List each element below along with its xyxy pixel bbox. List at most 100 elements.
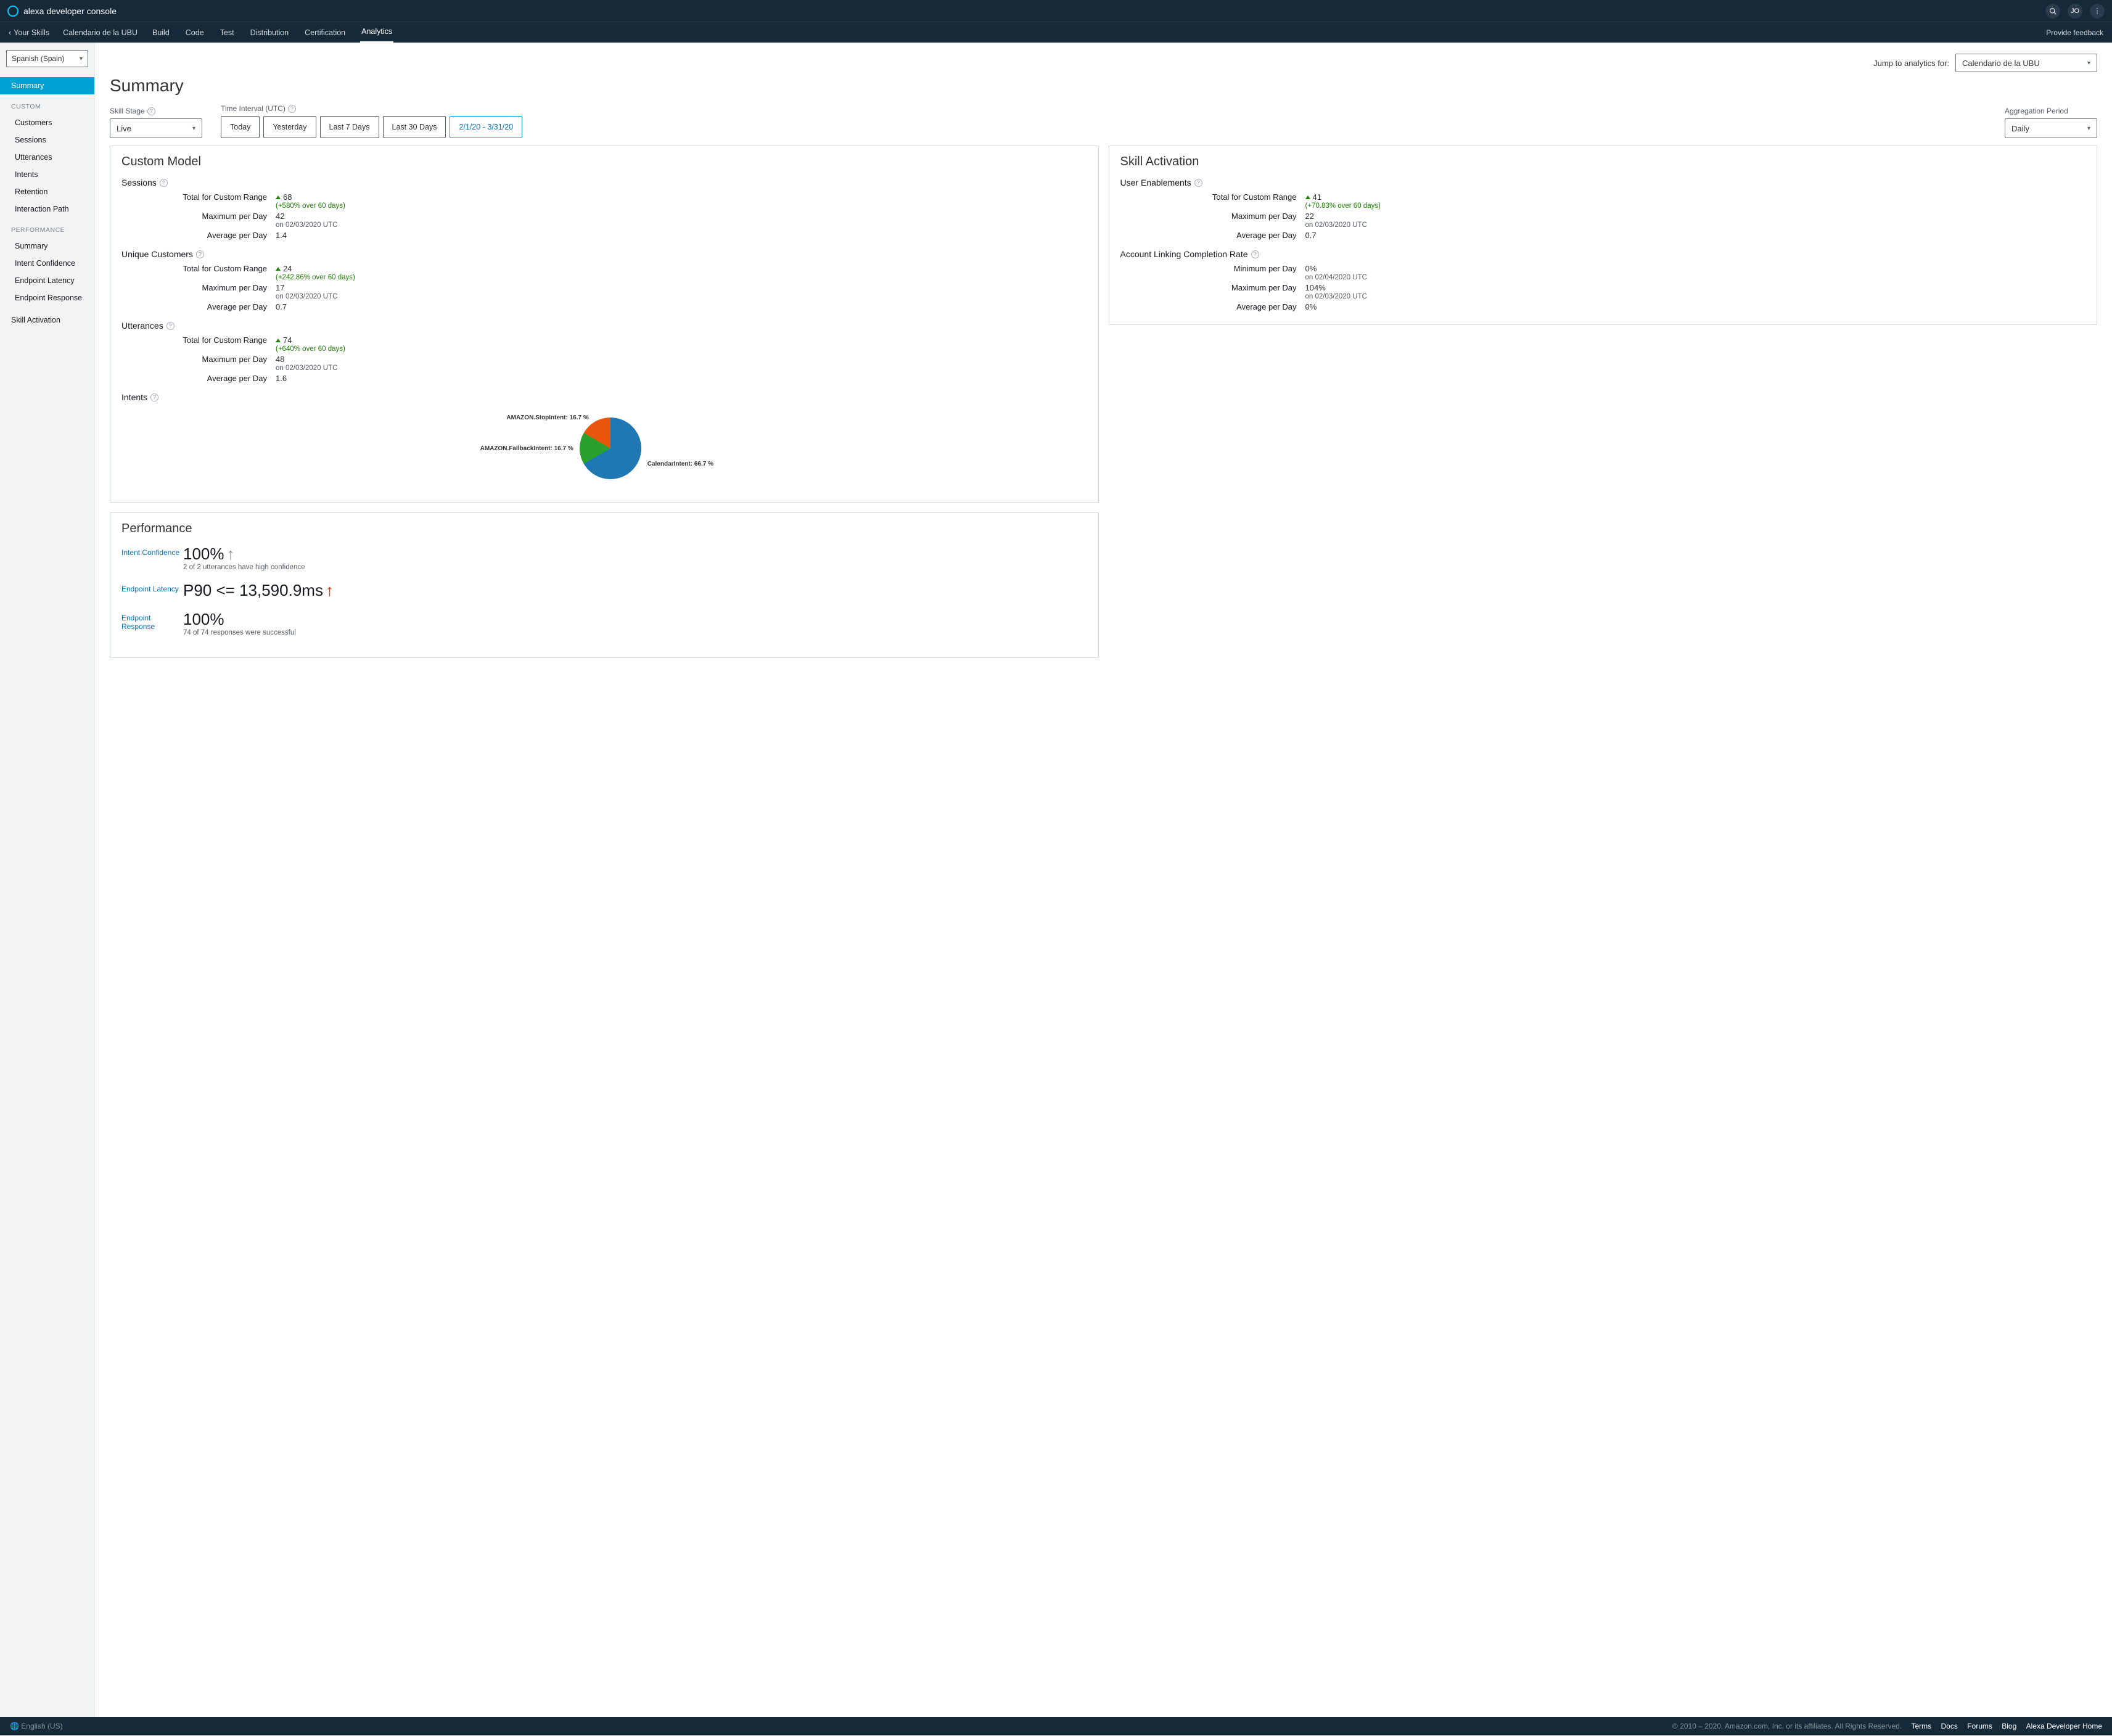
metric-label: Maximum per Day [1120,283,1305,300]
performance-title: Performance [121,522,1087,536]
interval-last30-button[interactable]: Last 30 Days [383,116,446,138]
metric-subtext: 74 of 74 responses were successful [183,629,296,636]
avatar[interactable]: JO [2068,4,2082,19]
help-icon[interactable]: ? [196,250,204,258]
sidebar-heading-performance: PERFORMANCE [6,218,88,237]
more-menu-icon[interactable]: ⋮ [2090,4,2105,19]
jump-to-value: Calendario de la UBU [1962,59,2040,68]
metric-value: 100% [183,610,296,629]
help-icon[interactable]: ? [1194,179,1202,187]
interval-last7-button[interactable]: Last 7 Days [320,116,379,138]
enablements-heading: User Enablements [1120,178,1191,187]
back-to-skills-link[interactable]: ‹Your Skills [9,28,49,37]
metric-value: 0% [1305,302,1317,311]
footer-link-home[interactable]: Alexa Developer Home [2026,1722,2102,1730]
metric-value: 22 [1305,212,1314,221]
trend-up-icon [276,339,281,342]
trend-up-icon [276,267,281,271]
interval-custom-button[interactable]: 2/1/20 - 3/31/20 [450,116,522,138]
endpoint-response-link[interactable]: Endpoint Response [121,610,183,631]
metric-subtext: (+580% over 60 days) [276,202,345,210]
performance-panel: Performance Intent Confidence 100%↑ 2 of… [110,512,1099,658]
help-icon[interactable]: ? [288,105,296,113]
metric-subtext: on 02/03/2020 UTC [276,221,337,229]
metric-value: 48 [276,355,284,364]
custom-model-panel: Custom Model Sessions? Total for Custom … [110,146,1099,503]
footer-link-blog[interactable]: Blog [2002,1722,2016,1730]
search-icon[interactable] [2045,4,2060,19]
sidebar-item-intents[interactable]: Intents [0,166,94,183]
footer-copyright: © 2010 – 2020, Amazon.com, Inc. or its a… [1672,1722,1902,1730]
metric-label: Total for Custom Range [121,192,276,210]
metric-subtext: (+70.83% over 60 days) [1305,202,1381,210]
locale-select[interactable]: Spanish (Spain) [6,50,88,67]
chevron-down-icon [192,125,195,132]
aggregation-period-select[interactable]: Daily [2005,118,2097,138]
pie-label: AMAZON.StopIntent: 16.7 % [506,414,588,421]
skill-name-link[interactable]: Calendario de la UBU [63,28,138,37]
sidebar-item-endpoint-latency[interactable]: Endpoint Latency [0,272,94,289]
brand-title: alexa developer console [23,6,117,16]
sidebar-item-sessions[interactable]: Sessions [0,131,94,149]
metric-value: 1.4 [276,231,287,240]
metric-value: 24 [283,264,292,273]
tab-analytics[interactable]: Analytics [360,22,393,43]
metric-label: Average per Day [1120,231,1305,240]
jump-to-select[interactable]: Calendario de la UBU [1955,54,2097,72]
sidebar-item-skill-activation[interactable]: Skill Activation [0,311,94,329]
pie-label: CalendarIntent: 66.7 % [647,461,713,467]
metric-label: Average per Day [121,231,276,240]
metric-value: 74 [283,335,292,345]
sidebar-item-endpoint-response[interactable]: Endpoint Response [0,289,94,306]
metric-value: 0.7 [276,302,287,311]
metric-value: 68 [283,192,292,202]
aggregation-period-value: Daily [2011,124,2029,133]
tab-certification[interactable]: Certification [303,22,347,43]
alexa-logo-icon [7,6,18,17]
tab-distribution[interactable]: Distribution [249,22,290,43]
tab-build[interactable]: Build [151,22,171,43]
sidebar-item-retention[interactable]: Retention [0,183,94,200]
tab-test[interactable]: Test [219,22,236,43]
chevron-down-icon [2087,60,2090,67]
sidebar-item-utterances[interactable]: Utterances [0,149,94,166]
provide-feedback-link[interactable]: Provide feedback [2046,28,2103,37]
metric-label: Average per Day [121,302,276,311]
footer-language[interactable]: 🌐 English (US) [10,1722,63,1730]
help-icon[interactable]: ? [160,179,168,187]
metric-value: 41 [1313,192,1321,202]
linking-heading: Account Linking Completion Rate [1120,249,1248,259]
interval-yesterday-button[interactable]: Yesterday [263,116,316,138]
utterances-heading: Utterances [121,321,163,331]
endpoint-latency-link[interactable]: Endpoint Latency [121,581,183,593]
help-icon[interactable]: ? [147,107,155,115]
help-icon[interactable]: ? [166,322,175,330]
sidebar-item-intent-confidence[interactable]: Intent Confidence [0,255,94,272]
metric-label: Average per Day [121,374,276,383]
sidebar-item-customers[interactable]: Customers [0,114,94,131]
footer-link-docs[interactable]: Docs [1941,1722,1958,1730]
help-icon[interactable]: ? [1251,250,1259,258]
interval-today-button[interactable]: Today [221,116,260,138]
chevron-down-icon [80,56,83,62]
page-title: Summary [110,76,2097,96]
sidebar-item-perf-summary[interactable]: Summary [0,237,94,255]
footer-link-terms[interactable]: Terms [1912,1722,1932,1730]
metric-subtext: on 02/03/2020 UTC [276,293,337,300]
metric-label: Maximum per Day [121,212,276,229]
metric-value: 0.7 [1305,231,1317,240]
metric-label: Total for Custom Range [121,335,276,353]
customers-heading: Unique Customers [121,249,193,259]
intent-confidence-link[interactable]: Intent Confidence [121,545,183,557]
metric-value: 104% [1305,283,1326,292]
intents-heading: Intents [121,392,147,402]
help-icon[interactable]: ? [150,393,158,401]
skill-stage-label: Skill Stage [110,107,145,115]
metric-label: Total for Custom Range [121,264,276,281]
skill-activation-panel: Skill Activation User Enablements? Total… [1109,146,2098,325]
sidebar-item-summary[interactable]: Summary [0,77,94,94]
skill-stage-select[interactable]: Live [110,118,202,138]
tab-code[interactable]: Code [184,22,205,43]
sidebar-item-interaction-path[interactable]: Interaction Path [0,200,94,218]
footer-link-forums[interactable]: Forums [1967,1722,1992,1730]
